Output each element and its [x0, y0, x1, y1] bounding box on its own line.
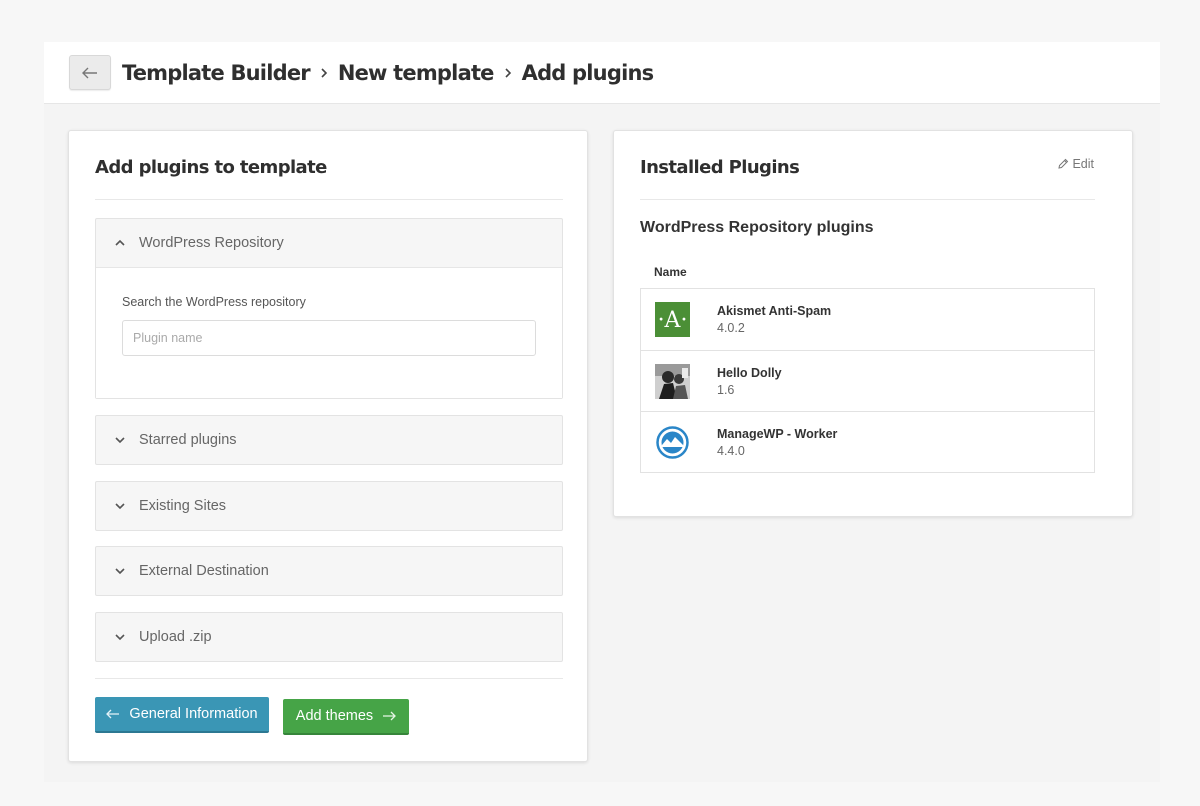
accordion-label: Upload .zip: [139, 629, 212, 645]
chevron-down-icon: [113, 499, 127, 513]
accordion-header-upload-zip[interactable]: Upload .zip: [96, 613, 562, 661]
column-header-name: Name: [654, 265, 687, 279]
plugin-name: Akismet Anti-Spam: [717, 304, 832, 318]
svg-text:·A·: ·A·: [658, 308, 688, 333]
table-row: Hello Dolly 1.6: [641, 350, 1094, 411]
page-header: Template Builder New template Add plugin…: [44, 42, 1160, 104]
button-label: Add themes: [295, 708, 374, 724]
chevron-right-icon: [494, 67, 522, 79]
breadcrumb-add-plugins: Add plugins: [521, 61, 655, 85]
breadcrumb-template-builder[interactable]: Template Builder: [122, 61, 311, 85]
accordion-header-starred-plugins[interactable]: Starred plugins: [96, 416, 562, 464]
app-frame: Template Builder New template Add plugin…: [44, 42, 1160, 782]
back-button[interactable]: [69, 55, 111, 90]
plugin-version: 1.6: [717, 383, 735, 397]
table-row: ·A· Akismet Anti-Spam 4.0.2: [641, 289, 1094, 350]
pencil-icon: [1057, 158, 1069, 170]
installed-plugins-card: Installed Plugins Edit WordPress Reposit…: [613, 130, 1133, 517]
chevron-down-icon: [113, 564, 127, 578]
accordion-existing-sites[interactable]: Existing Sites: [95, 481, 563, 531]
chevron-right-icon: [310, 67, 338, 79]
plugin-version: 4.0.2: [717, 321, 745, 335]
plugins-table: ·A· Akismet Anti-Spam 4.0.2 Hello Dolly …: [640, 288, 1095, 473]
divider: [95, 678, 563, 679]
chevron-up-icon: [113, 236, 127, 250]
general-information-button[interactable]: General Information: [95, 697, 269, 733]
accordion-label: External Destination: [139, 563, 269, 579]
accordion-label: Existing Sites: [139, 498, 227, 514]
divider: [640, 199, 1095, 200]
accordion-label: WordPress Repository: [139, 235, 284, 251]
search-label: Search the WordPress repository: [122, 295, 306, 309]
accordion-header-existing-sites[interactable]: Existing Sites: [96, 482, 562, 530]
plugin-name: Hello Dolly: [717, 366, 782, 380]
chevron-down-icon: [113, 630, 127, 644]
edit-link[interactable]: Edit: [1057, 157, 1094, 171]
divider: [95, 199, 563, 200]
plugin-name: ManageWP - Worker: [717, 427, 838, 441]
table-row: ManageWP - Worker 4.4.0: [641, 411, 1094, 472]
add-themes-button[interactable]: Add themes: [283, 699, 409, 735]
plugin-search-input[interactable]: [122, 320, 536, 356]
accordion-upload-zip[interactable]: Upload .zip: [95, 612, 563, 662]
accordion-body: Search the WordPress repository: [96, 267, 562, 398]
button-label: General Information: [129, 706, 258, 722]
arrow-left-icon: [106, 709, 129, 719]
accordion-wordpress-repository: WordPress Repository Search the WordPres…: [95, 218, 563, 399]
section-subtitle: WordPress Repository plugins: [640, 219, 874, 236]
accordion-header-wordpress-repository[interactable]: WordPress Repository: [96, 219, 562, 267]
accordion-external-destination[interactable]: External Destination: [95, 546, 563, 596]
managewp-icon: [655, 425, 690, 460]
plugin-version: 4.4.0: [717, 444, 745, 458]
arrow-right-icon: [373, 711, 397, 721]
breadcrumb: Template Builder New template Add plugin…: [122, 58, 655, 88]
add-plugins-card: Add plugins to template WordPress Reposi…: [68, 130, 588, 762]
chevron-down-icon: [113, 433, 127, 447]
breadcrumb-new-template[interactable]: New template: [338, 61, 495, 85]
edit-label: Edit: [1072, 157, 1094, 171]
akismet-icon: ·A·: [655, 302, 690, 337]
accordion-starred-plugins[interactable]: Starred plugins: [95, 415, 563, 465]
hello-dolly-icon: [655, 364, 690, 399]
accordion-label: Starred plugins: [139, 432, 237, 448]
arrow-left-icon: [82, 67, 97, 78]
accordion-header-external-destination[interactable]: External Destination: [96, 547, 562, 595]
card-title: Installed Plugins: [640, 157, 800, 178]
card-title: Add plugins to template: [95, 157, 327, 178]
